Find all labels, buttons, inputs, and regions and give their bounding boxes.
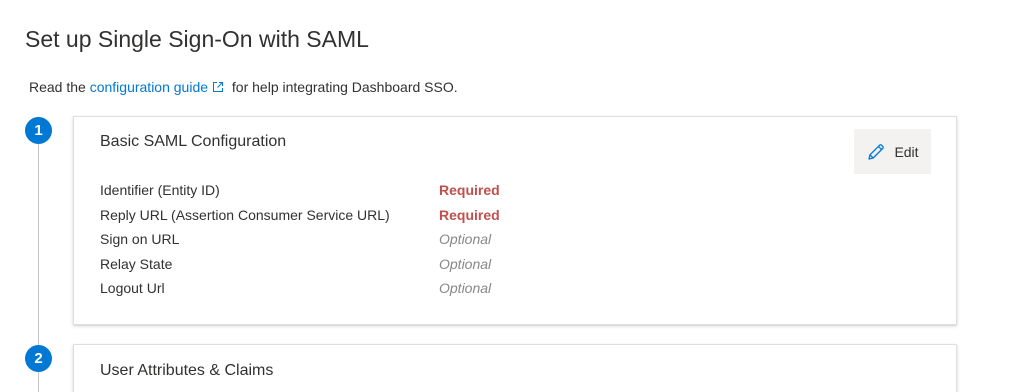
timeline-connector <box>38 372 39 392</box>
saml-sso-page: Set up Single Sign-On with SAML Read the… <box>0 0 1034 392</box>
basic-saml-configuration-card: Basic SAML Configuration Edit Identifier… <box>73 116 957 325</box>
edit-button[interactable]: Edit <box>854 129 931 174</box>
field-status: Required <box>439 182 500 198</box>
intro-suffix: for help integrating Dashboard SSO. <box>228 79 458 95</box>
field-label: Reply URL (Assertion Consumer Service UR… <box>100 206 390 223</box>
user-attributes-claims-card: User Attributes & Claims <box>73 344 957 392</box>
page-title: Set up Single Sign-On with SAML <box>25 26 369 52</box>
field-label: Sign on URL <box>100 231 180 247</box>
field-status: Optional <box>439 280 492 296</box>
intro-text: Read the configuration guide for help in… <box>29 79 458 95</box>
external-link-icon <box>212 80 224 92</box>
edit-label: Edit <box>894 143 919 160</box>
field-label: Logout Url <box>100 280 165 296</box>
intro-prefix: Read the <box>29 79 90 95</box>
field-label: Identifier (Entity ID) <box>100 182 220 198</box>
card-title: Basic SAML Configuration <box>100 133 287 150</box>
field-label: Relay State <box>100 255 173 272</box>
pencil-icon <box>866 142 886 162</box>
step-2-badge: 2 <box>25 345 52 372</box>
configuration-guide-link[interactable]: configuration guide <box>90 79 208 95</box>
timeline-connector <box>38 144 39 346</box>
field-status: Required <box>439 206 500 223</box>
field-status: Optional <box>439 231 492 247</box>
card-title: User Attributes & Claims <box>100 362 274 379</box>
step-1-badge: 1 <box>25 117 52 144</box>
field-status: Optional <box>439 255 492 272</box>
